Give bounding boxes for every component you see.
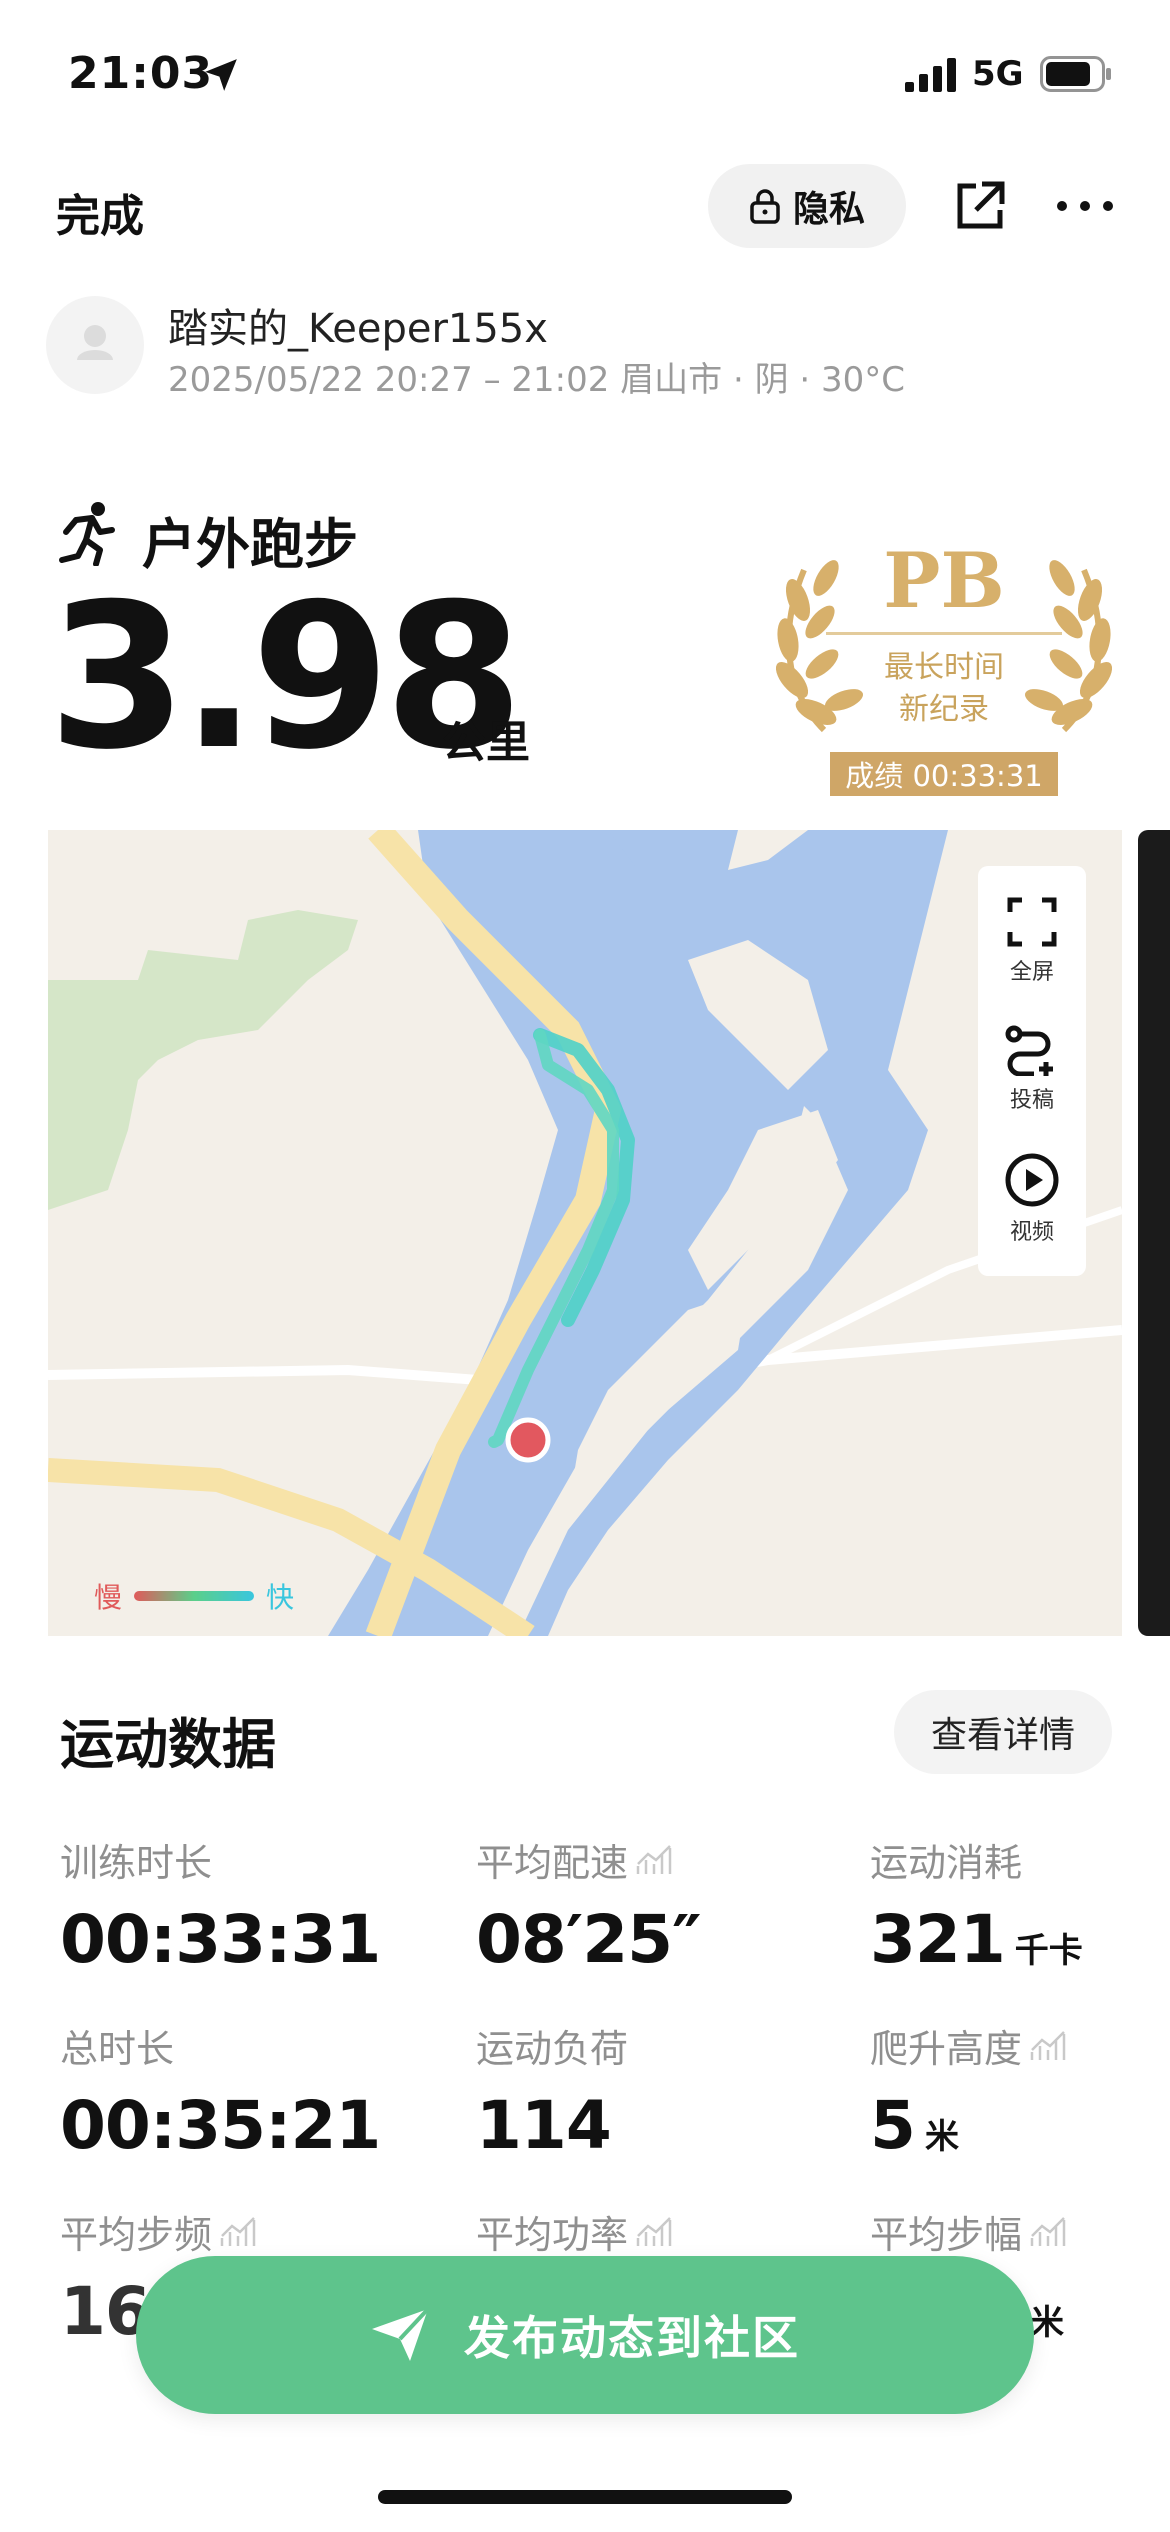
- legend-gradient: [134, 1591, 255, 1601]
- home-indicator[interactable]: [378, 2490, 792, 2504]
- fullscreen-icon: [1007, 897, 1057, 947]
- metric-unit: 米: [1030, 2303, 1064, 2343]
- metric-value: 114: [476, 2087, 612, 2164]
- play-icon: [1005, 1153, 1059, 1207]
- route-plus-icon: [1005, 1025, 1053, 1076]
- metric-value: 00:33:31: [60, 1901, 381, 1978]
- status-time: 21:03: [68, 48, 214, 99]
- metric-value: 321: [870, 1901, 1006, 1978]
- status-bar: 21:03 5G: [0, 0, 1170, 150]
- map-canvas: [48, 830, 1122, 1636]
- signal-icon: [905, 58, 956, 92]
- metric-value: 5: [870, 2087, 916, 2164]
- view-details-button[interactable]: 查看详情: [894, 1690, 1112, 1774]
- legend-fast: 快: [266, 1581, 295, 1614]
- metric-label: 运动消耗: [870, 1841, 1023, 1885]
- metric-label: 平均配速: [476, 1841, 629, 1885]
- next-card-peek[interactable]: [1138, 830, 1170, 1636]
- metric-label: 爬升高度: [870, 2027, 1023, 2071]
- user-placeholder-icon: [77, 325, 113, 360]
- section-title: 运动数据: [60, 1713, 276, 1776]
- metric-value: 00:35:21: [60, 2087, 381, 2164]
- share-icon[interactable]: [952, 178, 1008, 234]
- metric-value: 08′25″: [476, 1901, 702, 1978]
- activity-meta: 2025/05/22 20:27 – 21:02 眉山市 · 阴 · 30°C: [168, 360, 906, 400]
- fullscreen-label: 全屏: [1009, 960, 1054, 985]
- pb-badge[interactable]: PB 最长时间 新纪录 成绩 00:33:31: [764, 530, 1124, 800]
- pb-title: PB: [883, 536, 1005, 625]
- publish-label: 发布动态到社区: [464, 2311, 800, 2365]
- avatar[interactable]: [46, 296, 144, 394]
- fullscreen-tool[interactable]: 全屏: [978, 896, 1086, 986]
- pb-score: 成绩 00:33:31: [830, 752, 1058, 796]
- metric-calories[interactable]: 运动消耗 321 千卡: [870, 1832, 1083, 1978]
- metric-total-time[interactable]: 总时长 00:35:21: [60, 2018, 381, 2164]
- trend-chart-icon: [1030, 2030, 1066, 2060]
- metric-avg-power[interactable]: 平均功率: [476, 2204, 674, 2259]
- video-tool[interactable]: 视频: [978, 1152, 1086, 1246]
- metric-training-time[interactable]: 训练时长 00:33:31: [60, 1832, 381, 1978]
- map-tools-panel: 全屏 投稿 视频: [978, 866, 1086, 1276]
- metric-unit: 千卡: [1014, 1931, 1083, 1971]
- video-label: 视频: [1009, 1220, 1054, 1245]
- privacy-label: 隐私: [792, 189, 865, 230]
- metric-label: 总时长: [60, 2027, 175, 2071]
- more-icon[interactable]: [1054, 196, 1116, 216]
- done-button[interactable]: 完成: [56, 180, 144, 244]
- pb-divider: [826, 632, 1062, 635]
- pace-legend: 慢 快: [94, 1576, 294, 1616]
- trend-chart-icon: [220, 2216, 256, 2246]
- route-map[interactable]: 全屏 投稿 视频 慢 快: [48, 830, 1122, 1636]
- metric-elevation-gain[interactable]: 爬升高度 5米: [870, 2018, 1068, 2164]
- metric-label: 运动负荷: [476, 2027, 629, 2071]
- metric-label: 训练时长: [60, 1841, 213, 1885]
- metric-unit: 米: [924, 2117, 959, 2157]
- metric-label: 平均功率: [476, 2213, 629, 2257]
- battery-icon: [1040, 56, 1111, 92]
- privacy-button[interactable]: 隐私: [708, 164, 906, 248]
- trend-chart-icon: [1030, 2216, 1066, 2246]
- submit-route-tool[interactable]: 投稿: [978, 1024, 1086, 1114]
- metric-avg-pace[interactable]: 平均配速 08′25″: [476, 1832, 702, 1978]
- pb-line2: 新纪录: [899, 692, 989, 727]
- legend-slow: 慢: [94, 1581, 123, 1614]
- distance-unit: 公里: [442, 717, 530, 768]
- metric-label: 平均步幅: [870, 2213, 1023, 2257]
- publish-to-community-button[interactable]: 发布动态到社区: [136, 2256, 1034, 2414]
- trend-chart-icon: [636, 1844, 672, 1874]
- location-arrow-icon: [205, 59, 237, 91]
- submit-route-label: 投稿: [1009, 1088, 1054, 1113]
- running-icon: [59, 502, 115, 566]
- network-type: 5G: [972, 54, 1024, 94]
- user-name[interactable]: 踏实的_Keeper155x: [168, 296, 548, 354]
- metric-label: 平均步频: [60, 2213, 213, 2257]
- pb-line1: 最长时间: [884, 650, 1004, 685]
- metric-training-load[interactable]: 运动负荷 114: [476, 2018, 628, 2164]
- send-icon: [372, 2307, 430, 2361]
- trend-chart-icon: [636, 2216, 672, 2246]
- lock-icon: [750, 189, 780, 224]
